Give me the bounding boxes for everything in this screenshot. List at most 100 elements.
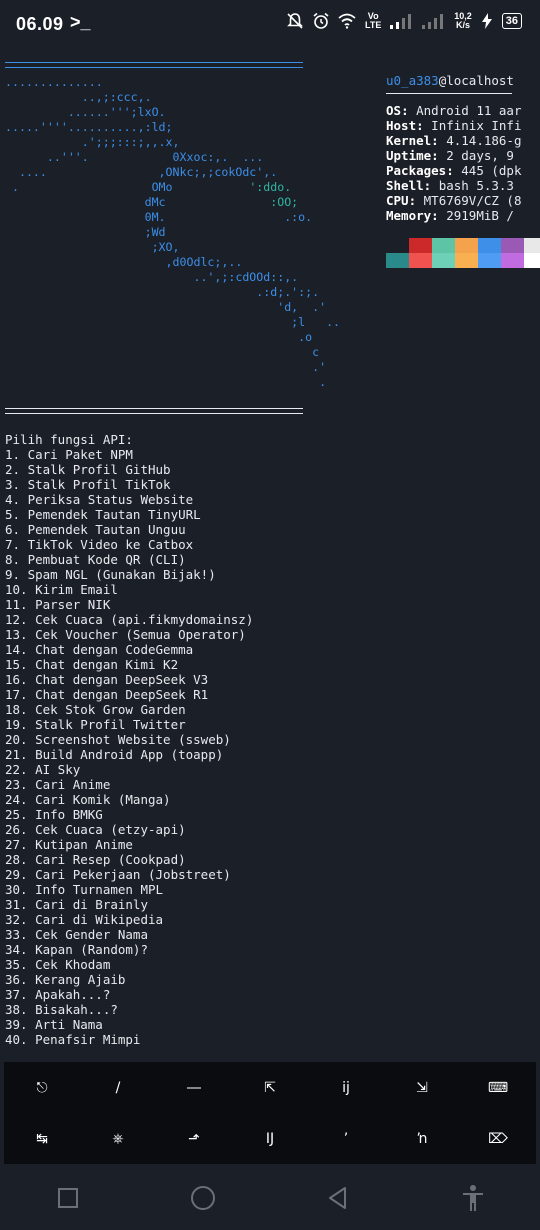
- neofetch-info: u0_a383@localhost: [386, 73, 540, 88]
- battery-level: 36: [501, 13, 522, 29]
- terminal-notification-icon: >_: [70, 12, 91, 32]
- ascii-line: ;Wd: [5, 225, 166, 239]
- tab-key[interactable]: ↹: [4, 1113, 80, 1164]
- info-row-kernel: Kernel: 4.14.186-g: [386, 133, 540, 148]
- terminal-output[interactable]: .............. ..,;:ccc,. ......''';lxO.…: [0, 55, 540, 1060]
- menu-item: 19. Stalk Profil Twitter: [5, 717, 186, 732]
- ascii-accent: ':ddo.: [249, 180, 292, 194]
- ascii-line: ..............: [5, 75, 103, 89]
- menu-item: 16. Chat dengan DeepSeek V3: [5, 672, 209, 687]
- menu-item: 34. Kapan (Random)?: [5, 942, 148, 957]
- right-key[interactable]: ŉ: [384, 1113, 460, 1164]
- info-label: Kernel: [386, 133, 432, 148]
- home-key[interactable]: ⇱: [232, 1062, 308, 1113]
- neofetch-underline: [386, 93, 512, 94]
- info-value: Infinix Infi: [431, 118, 522, 133]
- slash-key[interactable]: /: [80, 1062, 156, 1113]
- ascii-line: dMc :OO;: [5, 195, 299, 209]
- left-key[interactable]: Ĳ: [232, 1113, 308, 1164]
- info-value: 2 days, 9: [446, 148, 514, 163]
- ascii-line: . OMo ':ddo.: [5, 180, 292, 194]
- info-row-packages: Packages: 445 (dpk: [386, 163, 540, 178]
- menu-item: 32. Cari di Wikipedia: [5, 912, 164, 927]
- menu-item: 22. AI Sky: [5, 762, 81, 777]
- navigation-bar: [0, 1166, 540, 1230]
- back-button[interactable]: [308, 1168, 368, 1228]
- menu-item: 37. Apakah...?: [5, 987, 111, 1002]
- info-label: Host: [386, 118, 417, 133]
- menu-item: 14. Chat dengan CodeGemma: [5, 642, 194, 657]
- menu-item: 15. Chat dengan Kimi K2: [5, 657, 179, 672]
- info-label: Shell: [386, 178, 424, 193]
- palette-row-normal: [386, 238, 540, 253]
- menu-item: 25. Info BMKG: [5, 807, 103, 822]
- back-icon: [328, 1187, 346, 1209]
- esc-key[interactable]: ⎋: [4, 1062, 80, 1113]
- palette-swatch: [501, 253, 524, 268]
- menu-item: 13. Cek Voucher (Semua Operator): [5, 627, 246, 642]
- ascii-line: .o: [5, 330, 313, 344]
- menu-item: 20. Screenshot Website (ssweb): [5, 732, 231, 747]
- ascii-line: .': [5, 360, 327, 374]
- menu-item: 35. Cek Khodam: [5, 957, 111, 972]
- info-separator: :: [431, 208, 447, 223]
- ascii-line: 0M. .:o.: [5, 210, 313, 224]
- menu-item: 29. Cari Pekerjaan (Jobstreet): [5, 867, 231, 882]
- ascii-line: ......''';lxO.: [5, 105, 166, 119]
- ctrl-key[interactable]: ⎈: [80, 1113, 156, 1164]
- menu-item: 8. Pembuat Kode QR (CLI): [5, 552, 186, 567]
- top-separator: [5, 62, 303, 68]
- down-key[interactable]: ’: [308, 1113, 384, 1164]
- neofetch-host: @localhost: [438, 73, 514, 88]
- accessibility-button[interactable]: [443, 1168, 503, 1228]
- dash-key[interactable]: ―: [156, 1062, 232, 1113]
- info-separator: :: [446, 163, 462, 178]
- menu-item: 5. Pemendek Tautan TinyURL: [5, 507, 201, 522]
- info-row-uptime: Uptime: 2 days, 9: [386, 148, 540, 163]
- neofetch-user: u0_a383: [386, 73, 439, 88]
- palette-row-bright: [386, 253, 540, 268]
- ascii-line: ..'''. 0Xxoc:,. ...: [5, 150, 264, 164]
- palette-swatch: [432, 238, 455, 253]
- palette-swatch: [409, 253, 432, 268]
- info-separator: :: [423, 178, 439, 193]
- palette-swatch: [478, 253, 501, 268]
- ascii-line: .... ,ONkc;,;cokOdc',.: [5, 165, 278, 179]
- info-row-shell: Shell: bash 5.3.3: [386, 178, 540, 193]
- menu-item: 27. Kutipan Anime: [5, 837, 133, 852]
- ascii-line: c: [5, 345, 320, 359]
- ascii-line: ;XO,: [5, 240, 180, 254]
- signal-icon-sim2: [422, 14, 444, 29]
- end-key[interactable]: ⇲: [384, 1062, 460, 1113]
- info-separator: :: [431, 148, 447, 163]
- info-label: Packages: [386, 163, 447, 178]
- network-speed: 10,2 K/s: [454, 12, 472, 30]
- info-value: 4.14.186-g: [446, 133, 522, 148]
- ascii-line: .....''''..........,:ld;: [5, 120, 173, 134]
- info-separator: :: [431, 133, 447, 148]
- info-value: bash 5.3.3: [438, 178, 514, 193]
- bottom-separator: [5, 408, 303, 414]
- ascii-line: ..',;:cdOOd::,.: [5, 270, 299, 284]
- menu-item: 6. Pemendek Tautan Unguu: [5, 522, 186, 537]
- alt-key[interactable]: ⬏: [156, 1113, 232, 1164]
- home-button[interactable]: [173, 1168, 233, 1228]
- accessibility-icon: [462, 1185, 483, 1211]
- palette-swatch: [455, 238, 478, 253]
- menu-item: 28. Cari Resep (Cookpad): [5, 852, 186, 867]
- up-key[interactable]: ĳ: [308, 1062, 384, 1113]
- menu-item: 21. Build Android App (toapp): [5, 747, 224, 762]
- keyboard-toggle-key[interactable]: ⌨: [460, 1062, 536, 1113]
- info-row-memory: Memory: 2919MiB /: [386, 208, 540, 223]
- api-menu: Pilih fungsi API: 1. Cari Paket NPM 2. St…: [5, 432, 253, 1047]
- home-icon: [190, 1186, 215, 1210]
- delete-key[interactable]: ⌦: [460, 1113, 536, 1164]
- menu-item: 3. Stalk Profil TikTok: [5, 477, 171, 492]
- menu-item: 18. Cek Stok Grow Garden: [5, 702, 186, 717]
- palette-swatch: [432, 253, 455, 268]
- info-separator: :: [401, 103, 417, 118]
- recents-icon: [57, 1188, 78, 1208]
- recents-button[interactable]: [38, 1168, 98, 1228]
- info-row-host: Host: Infinix Infi: [386, 118, 540, 133]
- info-row-os: OS: Android 11 aar: [386, 103, 540, 118]
